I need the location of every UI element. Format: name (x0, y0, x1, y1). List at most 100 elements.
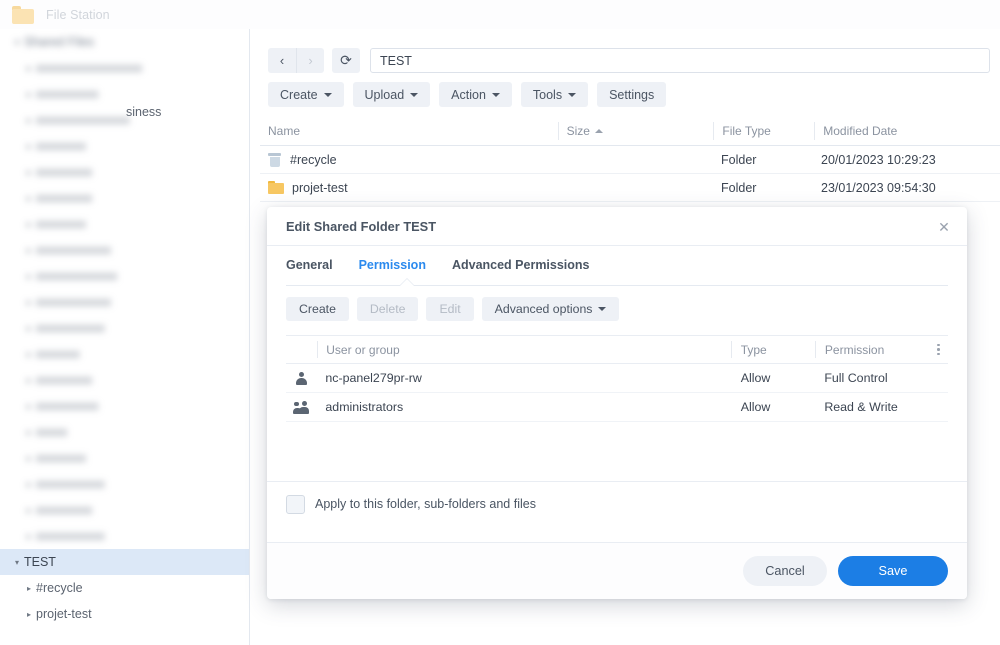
sidebar-item-label: xxxxx (36, 425, 68, 439)
permission-column-header[interactable]: Permission (816, 343, 929, 357)
sidebar-item[interactable]: ▸ xxxxxxxxxxxx (0, 237, 249, 263)
sidebar-item-label: xxxxxxxxx (36, 373, 93, 387)
sort-ascending-icon (594, 129, 603, 134)
create-button[interactable]: Create (268, 82, 344, 107)
chevron-icon[interactable]: ▸ (22, 220, 36, 229)
save-button[interactable]: Save (838, 556, 948, 586)
column-header-size[interactable]: Size (559, 124, 714, 138)
action-button[interactable]: Action (439, 82, 512, 107)
toolbar: Create Upload Action Tools Settings (268, 82, 667, 107)
sidebar-item-label: Shared Files (24, 35, 95, 49)
chevron-icon[interactable]: ▾ (10, 38, 24, 47)
sidebar-item[interactable]: ▸ xxxxxxxxxxxxx (0, 263, 249, 289)
table-row[interactable]: #recycle Folder 20/01/2023 10:29:23 (260, 146, 1000, 174)
modified-date-cell: 20/01/2023 10:29:23 (821, 152, 936, 167)
sidebar-item[interactable]: ▾ Shared Files (0, 29, 249, 55)
chevron-icon[interactable]: ▸ (22, 194, 36, 203)
upload-button[interactable]: Upload (352, 82, 431, 107)
navigation-bar: ‹ › ⟳ (268, 48, 990, 73)
column-header-name[interactable]: Name (260, 124, 558, 138)
forward-button[interactable]: › (296, 48, 324, 73)
back-button[interactable]: ‹ (268, 48, 296, 73)
sidebar-item[interactable]: ▸ xxxxxxxxx (0, 185, 249, 211)
chevron-icon[interactable]: ▸ (22, 480, 36, 489)
sidebar[interactable]: ▾ Shared Files ▸ xxxxxxxxxxxxxxxxx ▸ xxxxxxxx… (0, 29, 250, 645)
sidebar-item-label: xxxxxxx (36, 347, 80, 361)
column-header-file-type[interactable]: File Type (714, 124, 814, 138)
chevron-icon[interactable]: ▸ (22, 454, 36, 463)
sidebar-item[interactable]: ▸ xxxxxxxxxxx (0, 523, 249, 549)
sidebar-item-label: xxxxxxxx (36, 451, 86, 465)
sidebar-item[interactable]: ▸ xxxxxxxx (0, 133, 249, 159)
dialog-footer: Cancel Save (267, 542, 967, 599)
refresh-button[interactable]: ⟳ (332, 48, 360, 73)
sidebar-item[interactable]: ▸ xxxxxxxxxxxx (0, 289, 249, 315)
chevron-down-icon (491, 92, 500, 97)
tools-button[interactable]: Tools (520, 82, 589, 107)
file-list: Name Size File Type Modified Date #recycle F… (260, 116, 1000, 202)
sidebar-item[interactable]: ▸ xxxxxxxxxxx (0, 315, 249, 341)
sidebar-item[interactable]: ▸ xxxxxxxxxxxxxxx (0, 107, 249, 133)
chevron-right-icon[interactable]: ▸ (22, 610, 36, 619)
sidebar-item-label: projet-test (36, 607, 92, 621)
kebab-menu-icon[interactable] (928, 343, 948, 356)
type-column-header[interactable]: Type (732, 343, 815, 357)
sidebar-item-label: xxxxxxxx (36, 217, 86, 231)
chevron-icon[interactable]: ▸ (22, 402, 36, 411)
sidebar-item[interactable]: ▸ xxxxx (0, 419, 249, 445)
table-row[interactable]: projet-test Folder 23/01/2023 09:54:30 (260, 174, 1000, 202)
chevron-icon[interactable]: ▸ (22, 272, 36, 281)
chevron-icon[interactable]: ▸ (22, 64, 36, 73)
sidebar-item-recycle[interactable]: ▸ #recycle (0, 575, 249, 601)
tab-advanced-permissions[interactable]: Advanced Permissions (452, 258, 590, 274)
sidebar-item-projet-test[interactable]: ▸ projet-test (0, 601, 249, 627)
sidebar-item[interactable]: ▸ xxxxxxx (0, 341, 249, 367)
chevron-icon[interactable]: ▸ (22, 506, 36, 515)
user-or-group-column-header[interactable]: User or group (318, 343, 730, 357)
table-row[interactable]: nc-panel279pr-rw Allow Full Control (286, 364, 948, 393)
chevron-icon[interactable]: ▸ (22, 116, 36, 125)
app-title: File Station (46, 7, 110, 22)
advanced-options-button[interactable]: Advanced options (481, 297, 620, 321)
table-row[interactable]: administrators Allow Read & Write (286, 393, 948, 422)
tab-general[interactable]: General (286, 258, 333, 274)
sidebar-item[interactable]: ▸ xxxxxxxx (0, 211, 249, 237)
permission-table: User or group Type Permission nc-panel27… (286, 335, 948, 422)
sidebar-item[interactable]: ▸ xxxxxxxxxxxxxxxxx (0, 55, 249, 81)
address-input[interactable] (370, 48, 990, 73)
tab-permission[interactable]: Permission (359, 258, 426, 274)
sidebar-item[interactable]: ▸ xxxxxxxxxx (0, 81, 249, 107)
chevron-icon[interactable]: ▸ (22, 324, 36, 333)
file-name: projet-test (292, 180, 348, 195)
column-header-modified-date[interactable]: Modified Date (815, 124, 1000, 138)
settings-button[interactable]: Settings (597, 82, 667, 107)
folder-icon (268, 181, 284, 194)
close-icon[interactable]: ✕ (935, 218, 953, 236)
chevron-icon[interactable]: ▸ (22, 532, 36, 541)
sidebar-item-test[interactable]: ▾ TEST (0, 549, 249, 575)
sidebar-item-label: xxxxxxxxxxx (36, 529, 105, 543)
chevron-down-icon[interactable]: ▾ (10, 558, 24, 567)
create-button[interactable]: Create (286, 297, 349, 321)
sidebar-tree: ▾ Shared Files ▸ xxxxxxxxxxxxxxxxx ▸ xxxxxxxx… (0, 29, 249, 627)
chevron-icon[interactable]: ▸ (22, 90, 36, 99)
chevron-icon[interactable]: ▸ (22, 350, 36, 359)
chevron-icon[interactable]: ▸ (22, 298, 36, 307)
active-tab-indicator (400, 279, 414, 286)
sidebar-item-label: xxxxxxxxxxx (36, 477, 105, 491)
sidebar-item[interactable]: ▸ xxxxxxxxxx (0, 393, 249, 419)
chevron-icon[interactable]: ▸ (22, 168, 36, 177)
sidebar-item[interactable]: ▸ xxxxxxxx (0, 445, 249, 471)
chevron-icon[interactable]: ▸ (22, 246, 36, 255)
sidebar-item[interactable]: ▸ xxxxxxxxx (0, 497, 249, 523)
chevron-icon[interactable]: ▸ (22, 142, 36, 151)
cancel-button[interactable]: Cancel (743, 556, 827, 586)
chevron-icon[interactable]: ▸ (22, 428, 36, 437)
chevron-icon[interactable]: ▸ (22, 376, 36, 385)
sidebar-item[interactable]: ▸ xxxxxxxxx (0, 159, 249, 185)
sidebar-item[interactable]: ▸ xxxxxxxxx (0, 367, 249, 393)
apply-checkbox[interactable] (286, 494, 305, 514)
sidebar-item[interactable]: ▸ xxxxxxxxxxx (0, 471, 249, 497)
apply-row: Apply to this folder, sub-folders and fi… (267, 481, 967, 526)
chevron-right-icon[interactable]: ▸ (22, 584, 36, 593)
